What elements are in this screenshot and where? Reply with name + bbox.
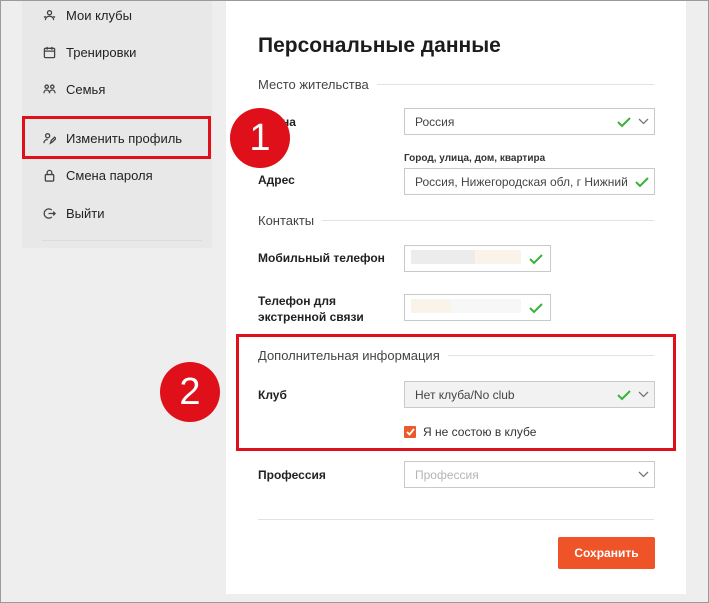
section-additional: Дополнительная информация bbox=[258, 345, 654, 365]
sidebar-item-edit-profile[interactable]: Изменить профиль bbox=[42, 128, 182, 148]
section-title: Дополнительная информация bbox=[258, 347, 440, 363]
emergency-phone-input[interactable] bbox=[404, 294, 551, 321]
personal-data-card: Персональные данные Место жительства на … bbox=[226, 0, 686, 594]
check-icon bbox=[616, 387, 632, 403]
sidebar-divider bbox=[42, 240, 202, 241]
calendar-icon bbox=[42, 45, 56, 59]
sidebar-item-label: Мои клубы bbox=[66, 7, 132, 23]
sidebar-item-label: Выйти bbox=[66, 205, 105, 221]
form-divider bbox=[258, 519, 654, 520]
no-club-checkbox[interactable]: Я не состою в клубе bbox=[404, 425, 536, 439]
club-select[interactable]: Нет клуба/No club bbox=[404, 381, 655, 408]
section-divider bbox=[376, 83, 654, 85]
page-title: Персональные данные bbox=[258, 34, 501, 57]
sidebar: Мои клубы Тренировки Семья Изменить проф… bbox=[22, 0, 212, 248]
chevron-down-icon bbox=[632, 391, 654, 398]
profession-placeholder: Профессия bbox=[415, 467, 479, 482]
chevron-down-icon bbox=[632, 471, 654, 478]
sidebar-item-logout[interactable]: Выйти bbox=[42, 203, 105, 223]
sidebar-item-label: Изменить профиль bbox=[66, 130, 183, 146]
sidebar-item-label: Смена пароля bbox=[66, 167, 153, 183]
profession-select[interactable]: Профессия bbox=[404, 461, 655, 488]
sidebar-item-label: Семья bbox=[66, 81, 106, 97]
club-label: Клуб bbox=[258, 388, 287, 402]
callout-badge-1: 1 bbox=[230, 108, 290, 168]
sidebar-item-label: Тренировки bbox=[66, 44, 137, 60]
mobile-phone-input[interactable] bbox=[404, 245, 551, 272]
section-divider bbox=[322, 219, 654, 221]
address-value: Россия, Нижегородская обл, г Нижний bbox=[415, 174, 628, 189]
no-club-checkbox-label: Я не состою в клубе bbox=[423, 425, 537, 439]
address-hint: Город, улица, дом, квартира bbox=[404, 153, 546, 164]
section-contacts: Контакты bbox=[258, 210, 654, 230]
edit-profile-icon bbox=[42, 131, 56, 145]
address-label: Адрес bbox=[258, 173, 295, 187]
check-icon bbox=[528, 300, 544, 316]
mobile-phone-label: Мобильный телефон bbox=[258, 251, 385, 265]
callout-badge-2: 2 bbox=[160, 362, 220, 422]
section-divider bbox=[447, 354, 654, 356]
check-icon bbox=[528, 251, 544, 267]
lock-icon bbox=[42, 168, 56, 182]
address-input[interactable]: Россия, Нижегородская обл, г Нижний bbox=[404, 168, 655, 195]
section-title: Место жительства bbox=[258, 76, 369, 92]
mobile-phone-value bbox=[411, 250, 528, 267]
save-button[interactable]: Сохранить bbox=[558, 537, 655, 569]
section-residence: Место жительства bbox=[258, 74, 654, 94]
check-icon bbox=[616, 114, 632, 130]
sidebar-item-my-clubs[interactable]: Мои клубы bbox=[42, 5, 132, 25]
country-value: Россия bbox=[415, 114, 455, 129]
checkbox-checked-icon[interactable] bbox=[404, 426, 416, 438]
emergency-phone-value bbox=[411, 299, 528, 316]
logout-icon bbox=[42, 206, 56, 220]
club-value: Нет клуба/No club bbox=[415, 387, 515, 402]
profession-label: Профессия bbox=[258, 468, 326, 482]
chevron-down-icon bbox=[632, 118, 654, 125]
sidebar-item-family[interactable]: Семья bbox=[42, 79, 105, 99]
section-title: Контакты bbox=[258, 212, 315, 228]
emergency-phone-label: Телефон для экстренной связи bbox=[258, 294, 364, 324]
clubs-icon bbox=[42, 8, 56, 22]
sidebar-item-trainings[interactable]: Тренировки bbox=[42, 42, 136, 62]
sidebar-item-change-password[interactable]: Смена пароля bbox=[42, 165, 153, 185]
family-icon bbox=[42, 82, 56, 96]
check-icon bbox=[634, 174, 650, 190]
country-select[interactable]: Россия bbox=[404, 108, 655, 135]
